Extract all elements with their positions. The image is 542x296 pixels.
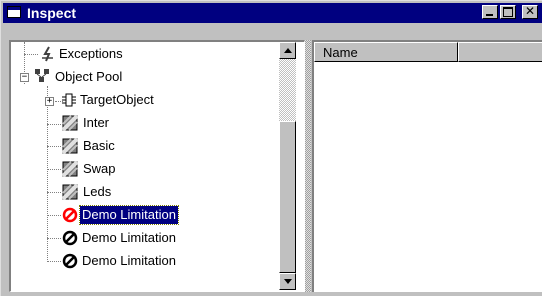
- tree-item-object-pool[interactable]: − Object Pool: [11, 66, 281, 88]
- tree-item-demo-limitation-1[interactable]: Demo Limitation: [11, 204, 281, 226]
- target-object-icon: [62, 93, 76, 107]
- column-header-2[interactable]: [458, 42, 542, 62]
- object-icon: [62, 161, 78, 177]
- object-icon: [62, 184, 78, 200]
- tree-item-inter[interactable]: Inter: [11, 112, 281, 134]
- object-icon: [62, 115, 78, 131]
- collapse-toggle[interactable]: −: [20, 73, 29, 82]
- column-header-label: Name: [323, 45, 358, 60]
- pane-splitter[interactable]: [305, 40, 311, 292]
- tree-item-label: Exceptions: [59, 46, 123, 61]
- tree-item-swap[interactable]: Swap: [11, 158, 281, 180]
- object-tree[interactable]: Exceptions − Object Pool + TargetObject: [9, 40, 305, 292]
- object-icon: [62, 138, 78, 154]
- tree-item-targetobject[interactable]: + TargetObject: [11, 89, 281, 111]
- scroll-track[interactable]: [279, 59, 296, 273]
- prohibited-icon: [62, 230, 78, 246]
- tree-item-label: Object Pool: [55, 69, 123, 84]
- inspect-window: Inspect Exceptions −: [0, 0, 542, 296]
- object-pool-icon: [35, 69, 49, 82]
- tree-item-label: Swap: [83, 161, 116, 176]
- scroll-up-button[interactable]: [279, 42, 296, 59]
- scroll-down-button[interactable]: [279, 273, 296, 290]
- tree-item-label: Demo Limitation: [82, 253, 176, 268]
- tree-item-basic[interactable]: Basic: [11, 135, 281, 157]
- tree-item-demo-limitation-3[interactable]: Demo Limitation: [11, 250, 281, 272]
- window-title: Inspect: [27, 5, 77, 21]
- prohibited-icon: [62, 207, 78, 223]
- tree-item-exceptions[interactable]: Exceptions: [11, 43, 281, 65]
- tree-item-demo-limitation-2[interactable]: Demo Limitation: [11, 227, 281, 249]
- expand-toggle[interactable]: +: [45, 97, 54, 106]
- tree-item-label: Demo Limitation: [82, 230, 176, 245]
- tree-item-label: Basic: [83, 138, 115, 153]
- tree-item-label: TargetObject: [80, 92, 154, 107]
- title-bar[interactable]: Inspect: [3, 3, 542, 23]
- tree-item-label: Leds: [83, 184, 112, 199]
- scroll-thumb[interactable]: [279, 121, 296, 273]
- tree-item-leds[interactable]: Leds: [11, 181, 281, 203]
- window-icon: [7, 6, 21, 18]
- maximize-button[interactable]: [500, 5, 516, 19]
- minimize-button[interactable]: [482, 5, 498, 19]
- prohibited-icon: [62, 253, 78, 269]
- tree-vertical-scrollbar[interactable]: [279, 42, 296, 290]
- close-button[interactable]: [522, 4, 538, 19]
- exception-icon: [42, 46, 53, 62]
- tree-item-label: Demo Limitation: [79, 205, 179, 225]
- tree-item-label: Inter: [83, 115, 110, 130]
- properties-list[interactable]: Name: [312, 40, 542, 292]
- column-header-name[interactable]: Name: [314, 42, 458, 62]
